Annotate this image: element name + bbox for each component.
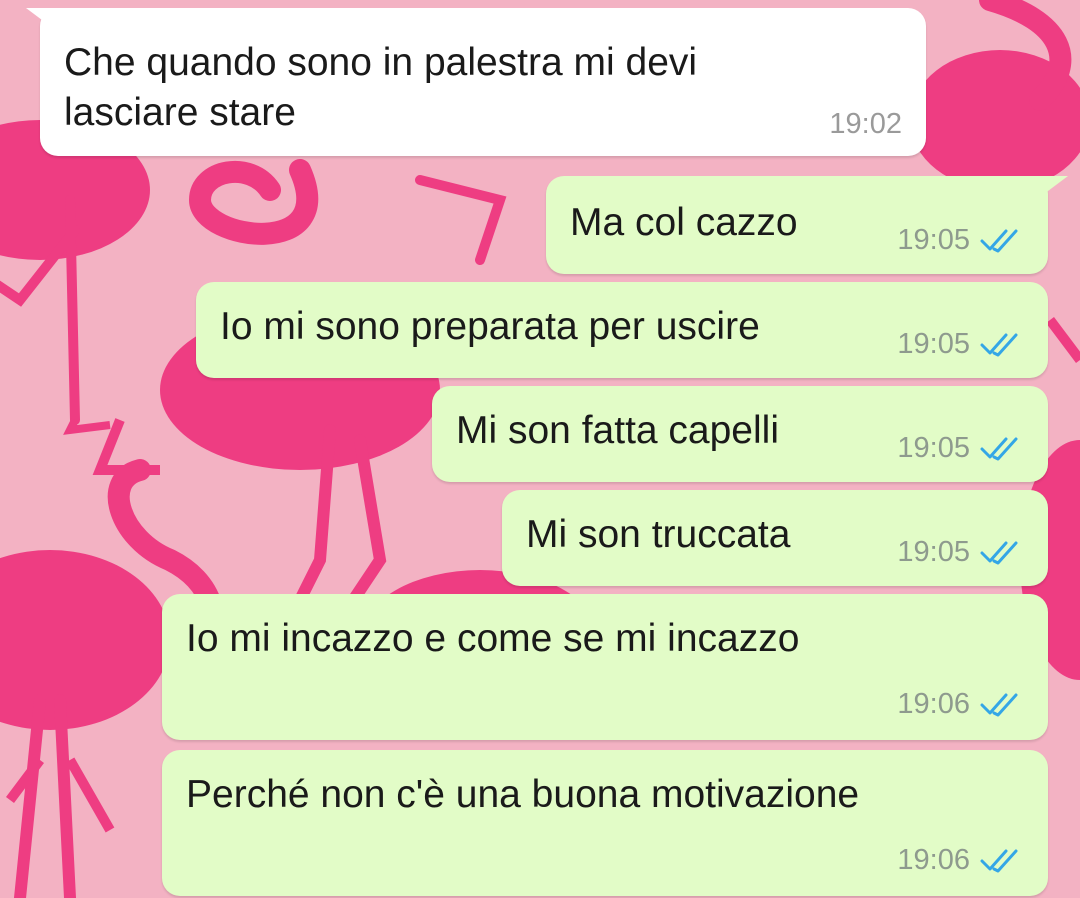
message-text: Mi son fatta capelli [456, 409, 779, 452]
message-text: Io mi sono preparata per uscire [220, 305, 760, 348]
message-meta: 19:06 [897, 688, 1020, 721]
message-time: 19:05 [897, 536, 970, 568]
message-meta: 19:05 [897, 536, 1020, 569]
message-text-line: lasciare stare [64, 91, 296, 134]
double-check-read-icon [980, 333, 1018, 356]
message-text: Ma col cazzo [570, 201, 798, 244]
message-meta: 19:05 [897, 328, 1020, 361]
message-bubble-outgoing[interactable]: Mi son fatta capelli 19:05 [432, 386, 1048, 482]
message-bubble-outgoing[interactable]: Perché non c'è una buona motivazione 19:… [162, 750, 1048, 896]
message-text: Perché non c'è una buona motivazione [186, 773, 860, 816]
message-text-line: Che quando sono in palestra mi devi [64, 41, 698, 84]
message-time: 19:05 [897, 328, 970, 360]
double-check-read-icon [980, 849, 1018, 872]
message-bubble-outgoing[interactable]: Io mi sono preparata per uscire 19:05 [196, 282, 1048, 378]
double-check-read-icon [980, 437, 1018, 460]
message-time: 19:06 [897, 844, 970, 876]
double-check-read-icon [980, 693, 1018, 716]
double-check-read-icon [980, 541, 1018, 564]
message-time: 19:05 [897, 224, 970, 256]
message-text: Mi son truccata [526, 513, 791, 556]
bubble-tail [1028, 176, 1068, 206]
message-bubble-outgoing[interactable]: Mi son truccata 19:05 [502, 490, 1048, 586]
message-meta: 19:06 [897, 844, 1020, 877]
message-bubble-incoming[interactable]: Che quando sono in palestra mi devi lasc… [26, 8, 926, 156]
message-time: 19:06 [897, 688, 970, 720]
message-text: Io mi incazzo e come se mi incazzo [186, 617, 800, 660]
double-check-read-icon [980, 229, 1018, 252]
message-meta: 19:05 [897, 224, 1020, 257]
bubble-tail [26, 8, 66, 38]
message-meta: 19:05 [897, 432, 1020, 465]
message-time: 19:02 [829, 108, 902, 140]
message-time: 19:05 [897, 432, 970, 464]
message-meta: 19:02 [829, 108, 902, 141]
message-bubble-outgoing[interactable]: Ma col cazzo 19:05 [546, 176, 1068, 274]
message-bubble-outgoing[interactable]: Io mi incazzo e come se mi incazzo 19:06 [162, 594, 1048, 740]
